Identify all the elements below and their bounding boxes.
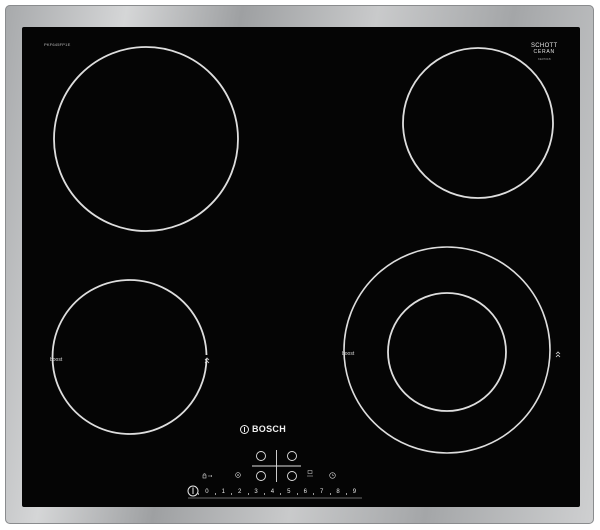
- power-level-6[interactable]: 6: [296, 489, 313, 495]
- timer-icon[interactable]: [235, 472, 241, 480]
- glass-brand-line3: KE0701B: [537, 57, 551, 61]
- zone-front-left[interactable]: [51, 279, 208, 435]
- bosch-logo-icon: [240, 424, 249, 434]
- zone-front-right-inner[interactable]: [387, 292, 507, 412]
- power-level-1[interactable]: 1: [214, 489, 231, 495]
- power-level-2[interactable]: 2: [231, 489, 247, 495]
- brand-name: BOSCH: [252, 424, 287, 434]
- power-level-3[interactable]: 3: [247, 489, 264, 495]
- eco-icon[interactable]: [306, 470, 314, 479]
- power-level-8[interactable]: 8: [329, 489, 346, 495]
- power-level-4[interactable]: 4: [263, 489, 280, 495]
- zone-rear-right[interactable]: [402, 47, 554, 199]
- power-level-5[interactable]: 5: [280, 489, 296, 495]
- select-zone-front-right-button[interactable]: [287, 471, 297, 481]
- cooking-zone-markings: [51, 46, 554, 499]
- glass-brand-line2: CERAN: [533, 49, 555, 55]
- brand-logo: BOSCH: [240, 424, 286, 434]
- zone-selector-buttons: [252, 450, 301, 482]
- boost-label-front-left: boost: [50, 357, 63, 363]
- power-level-0[interactable]: 0: [198, 489, 214, 495]
- clock-icon[interactable]: [329, 472, 336, 481]
- child-lock-icon[interactable]: [202, 473, 214, 481]
- select-zone-rear-left-button[interactable]: [256, 451, 266, 461]
- glass-brand-logo: SCHOTT CERAN KE0701B: [531, 43, 557, 62]
- select-zone-front-left-button[interactable]: [256, 471, 266, 481]
- double-chevron-icon: [555, 351, 561, 360]
- power-level-7[interactable]: 7: [313, 489, 329, 495]
- power-level-9[interactable]: 9: [345, 489, 362, 495]
- select-zone-rear-right-button[interactable]: [287, 451, 297, 461]
- ceramic-glass-surface: PKF645FP1E SCHOTT CERAN KE0701B BOSCH bo…: [22, 27, 580, 507]
- zone-front-right-outer[interactable]: [343, 246, 551, 454]
- model-number: PKF645FP1E: [44, 42, 71, 47]
- boost-label-front-right: boost: [342, 351, 355, 357]
- power-level-slider[interactable]: 0 1 2 3 4 5 6 7 8 9: [188, 486, 362, 497]
- zone-rear-left[interactable]: [53, 46, 239, 232]
- double-chevron-icon: [204, 357, 210, 366]
- stainless-steel-frame: PKF645FP1E SCHOTT CERAN KE0701B BOSCH bo…: [5, 5, 594, 524]
